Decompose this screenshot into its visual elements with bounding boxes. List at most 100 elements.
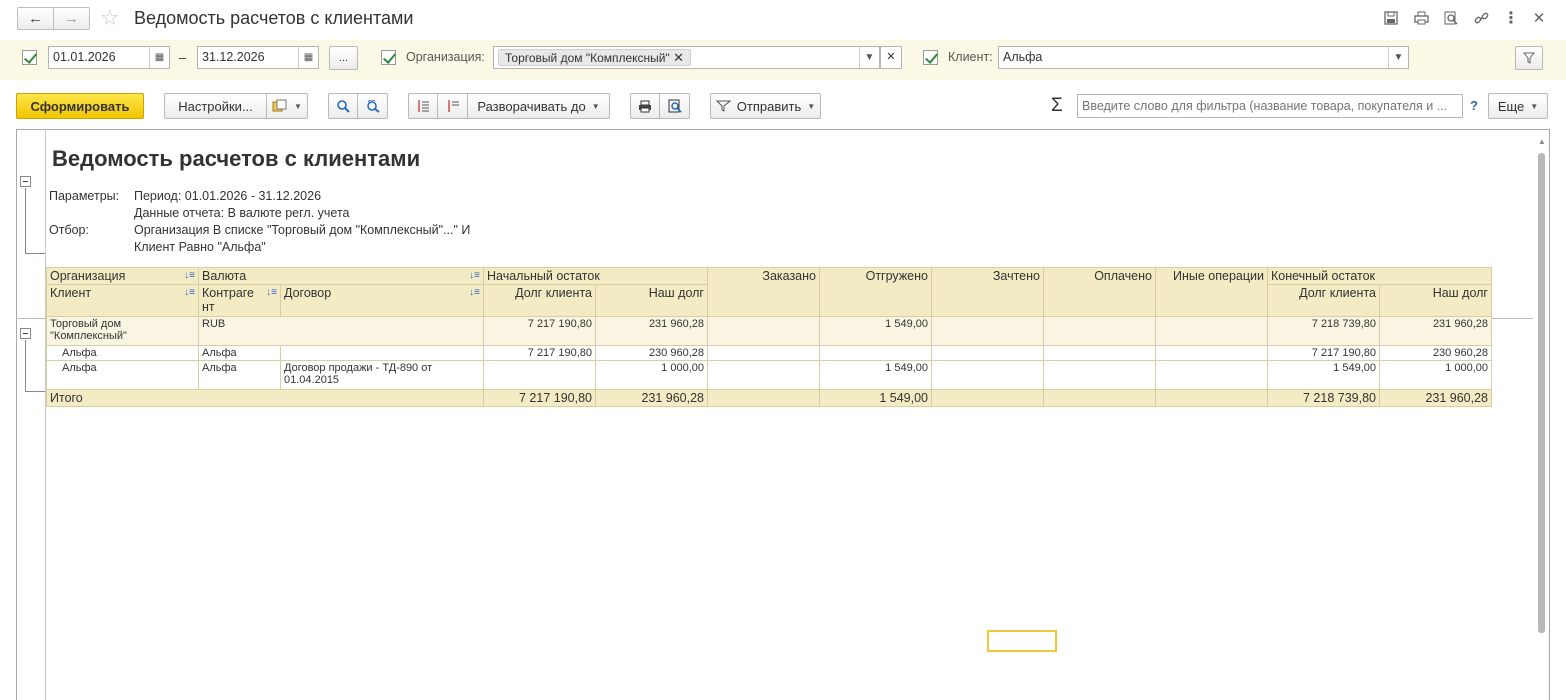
cell-ordered[interactable] <box>707 389 820 407</box>
cell-offset[interactable] <box>931 360 1044 390</box>
cell-counterparty[interactable]: Альфа <box>198 360 281 390</box>
cell-currency[interactable]: RUB <box>198 316 484 346</box>
sort-icon[interactable]: ↓≡ <box>469 287 480 298</box>
favorite-star-icon[interactable]: ☆ <box>100 5 120 31</box>
date-to-field[interactable]: 31.12.2026 ▦ <box>197 46 319 69</box>
cell-shipped[interactable]: 1 549,00 <box>819 389 932 407</box>
cell-other[interactable] <box>1155 345 1268 361</box>
back-button[interactable]: ← <box>17 7 54 30</box>
header-closing-balance[interactable]: Конечный остаток <box>1267 267 1492 285</box>
filter-settings-button[interactable] <box>1515 46 1543 70</box>
header-paid[interactable]: Оплачено <box>1043 267 1156 317</box>
collapse-group-toggle[interactable] <box>20 328 31 339</box>
cell-other[interactable] <box>1155 360 1268 390</box>
cell-contract[interactable]: Договор продажи - ТД-890 от 01.04.2015 <box>280 360 484 390</box>
table-row[interactable]: Торговый дом "Комплексный" RUB 7 217 190… <box>46 316 1492 346</box>
header-other-operations[interactable]: Иные операции <box>1155 267 1268 317</box>
cell-close-our[interactable]: 230 960,28 <box>1379 345 1492 361</box>
help-link[interactable]: ? <box>1470 98 1478 113</box>
header-our-debt[interactable]: Наш долг <box>1379 284 1492 317</box>
cell-close-client[interactable]: 7 217 190,80 <box>1267 345 1380 361</box>
header-counterparty[interactable]: ↓≡ Контраге нт <box>198 284 281 317</box>
header-shipped[interactable]: Отгружено <box>819 267 932 317</box>
sort-icon[interactable]: ↓≡ <box>184 287 195 298</box>
header-client[interactable]: Клиент ↓≡ <box>46 284 199 317</box>
client-field[interactable]: Альфа ▼ <box>998 46 1409 69</box>
cell-open-our[interactable]: 1 000,00 <box>595 360 708 390</box>
cell-open-our[interactable]: 231 960,28 <box>595 316 708 346</box>
forward-button[interactable]: → <box>53 7 90 30</box>
sum-icon[interactable]: Σ <box>1051 95 1063 117</box>
header-contract[interactable]: Договор ↓≡ <box>280 284 484 317</box>
settings-button[interactable]: Настройки... <box>164 93 267 119</box>
scroll-up-icon[interactable]: ▲ <box>1538 137 1546 146</box>
header-currency[interactable]: Валюта ↓≡ <box>198 267 484 285</box>
expand-to-button[interactable]: Разворачивать до ▼ <box>467 93 610 119</box>
cell-open-client[interactable] <box>483 360 596 390</box>
scrollbar-thumb[interactable] <box>1538 153 1545 633</box>
report-table[interactable]: Организация ↓≡ Валюта ↓≡ Начальный остаток… <box>46 267 1492 407</box>
cell-client[interactable]: Альфа <box>46 360 199 390</box>
period-select-button[interactable]: ... <box>329 46 358 70</box>
table-row[interactable]: Альфа Альфа Договор продажи - ТД-890 от … <box>46 360 1492 390</box>
cell-close-our[interactable]: 1 000,00 <box>1379 360 1492 390</box>
cell-open-client[interactable]: 7 217 190,80 <box>483 389 596 407</box>
more-button[interactable]: Еще ▼ <box>1488 93 1548 119</box>
collapse-all-button[interactable] <box>437 93 468 119</box>
header-organization[interactable]: Организация ↓≡ <box>46 267 199 285</box>
header-ordered[interactable]: Заказано <box>707 267 820 317</box>
cell-close-client[interactable]: 7 218 739,80 <box>1267 389 1380 407</box>
cell-shipped[interactable] <box>819 345 932 361</box>
cell-open-client[interactable]: 7 217 190,80 <box>483 316 596 346</box>
expand-all-button[interactable] <box>408 93 438 119</box>
calendar-icon[interactable]: ▦ <box>149 47 169 68</box>
cell-offset[interactable] <box>931 389 1044 407</box>
table-row[interactable]: Альфа Альфа 7 217 190,80 230 960,28 7 21… <box>46 345 1492 361</box>
more-vertical-icon[interactable]: ⋮ <box>1502 9 1520 27</box>
cell-close-client[interactable]: 7 218 739,80 <box>1267 316 1380 346</box>
header-our-debt[interactable]: Наш долг <box>595 284 708 317</box>
organization-field[interactable]: Торговый дом "Комплексный" ✕ ▼ <box>493 46 880 69</box>
header-opening-balance[interactable]: Начальный остаток <box>483 267 708 285</box>
tag-remove-icon[interactable]: ✕ <box>673 50 684 65</box>
organization-tag[interactable]: Торговый дом "Комплексный" ✕ <box>498 49 692 66</box>
find-button[interactable] <box>328 93 358 119</box>
date-from-field[interactable]: 01.01.2026 ▦ <box>48 46 170 69</box>
cell-paid[interactable] <box>1043 389 1156 407</box>
header-client-debt[interactable]: Долг клиента <box>483 284 596 317</box>
header-offset[interactable]: Зачтено <box>931 267 1044 317</box>
link-icon[interactable] <box>1472 9 1490 27</box>
variant-button[interactable]: ▼ <box>266 93 308 119</box>
cell-paid[interactable] <box>1043 360 1156 390</box>
filter-search-input[interactable] <box>1077 94 1463 118</box>
print-preview-button[interactable] <box>659 93 690 119</box>
dropdown-arrow-icon[interactable]: ▼ <box>859 47 879 68</box>
dropdown-arrow-icon[interactable]: ▼ <box>1388 47 1408 68</box>
cell-offset[interactable] <box>931 345 1044 361</box>
find-next-button[interactable] <box>357 93 388 119</box>
cell-paid[interactable] <box>1043 345 1156 361</box>
sort-icon[interactable]: ↓≡ <box>184 270 195 281</box>
header-client-debt[interactable]: Долг клиента <box>1267 284 1380 317</box>
clear-organization-button[interactable]: ✕ <box>880 46 902 69</box>
cell-ordered[interactable] <box>707 360 820 390</box>
cell-ordered[interactable] <box>707 316 820 346</box>
close-icon[interactable]: ✕ <box>1530 9 1548 27</box>
cell-counterparty[interactable]: Альфа <box>198 345 281 361</box>
cell-organization[interactable]: Торговый дом "Комплексный" <box>46 316 199 346</box>
cell-paid[interactable] <box>1043 316 1156 346</box>
cell-close-client[interactable]: 1 549,00 <box>1267 360 1380 390</box>
cell-other[interactable] <box>1155 389 1268 407</box>
total-row[interactable]: Итого 7 217 190,80 231 960,28 1 549,00 7… <box>46 389 1492 407</box>
send-button[interactable]: Отправить ▼ <box>710 93 821 119</box>
cell-shipped[interactable]: 1 549,00 <box>819 360 932 390</box>
cell-open-our[interactable]: 231 960,28 <box>595 389 708 407</box>
cell-total-label[interactable]: Итого <box>46 389 484 407</box>
cell-other[interactable] <box>1155 316 1268 346</box>
cell-contract[interactable] <box>280 345 484 361</box>
calendar-icon[interactable]: ▦ <box>298 47 318 68</box>
organization-checkbox[interactable] <box>381 50 396 65</box>
cell-shipped[interactable]: 1 549,00 <box>819 316 932 346</box>
cell-offset[interactable] <box>931 316 1044 346</box>
period-checkbox[interactable] <box>22 50 37 65</box>
